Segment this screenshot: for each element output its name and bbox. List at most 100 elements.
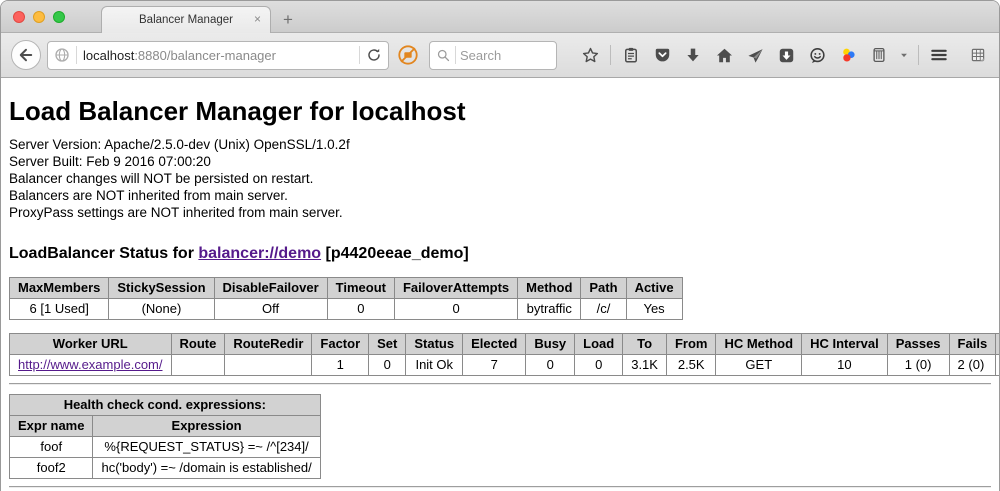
table-cell: 1 (312, 355, 369, 376)
table-cell: 3.1K (623, 355, 667, 376)
column-header: Expression (93, 416, 320, 437)
column-header: Factor (312, 334, 369, 355)
close-window-button[interactable] (13, 11, 25, 23)
table-cell: 0 (575, 355, 623, 376)
table-cell: bytraffic (518, 299, 581, 320)
new-tab-button[interactable]: + (283, 11, 293, 28)
table-cell: hc('body') =~ /domain is established/ (93, 458, 320, 479)
status-heading: LoadBalancer Status for balancer://demo … (9, 245, 991, 263)
send-plane-icon[interactable] (744, 43, 766, 67)
table-cell: /c/ (581, 299, 626, 320)
toolbar-separator (918, 45, 919, 65)
table-cell: foof2 (10, 458, 93, 479)
divider-rule (9, 486, 991, 488)
table-cell: 0 (526, 355, 575, 376)
column-header: MaxMembers (10, 278, 109, 299)
column-header: Active (626, 278, 682, 299)
urlbar-divider (76, 46, 77, 64)
table-cell (996, 355, 999, 376)
colored-dots-icon[interactable] (837, 43, 859, 67)
table-caption: Health check cond. expressions: (10, 395, 321, 416)
column-header: Worker URL (10, 334, 172, 355)
pocket-icon[interactable] (651, 43, 673, 67)
tab-balancer-manager[interactable]: Balancer Manager × (101, 6, 271, 33)
column-header: HC uri (996, 334, 999, 355)
column-header: Load (575, 334, 623, 355)
hamburger-menu-icon[interactable] (928, 43, 950, 67)
divider-rule (9, 383, 991, 385)
table-cell: 2 (0) (949, 355, 996, 376)
table-cell (225, 355, 312, 376)
balancer-settings-table: MaxMembersStickySessionDisableFailoverTi… (9, 277, 683, 320)
table-cell: http://www.example.com/ (10, 355, 172, 376)
table-cell: 10 (802, 355, 888, 376)
table-cell: %{REQUEST_STATUS} =~ /^[234]/ (93, 437, 320, 458)
toolbar-icons (579, 43, 989, 67)
bookmark-star-icon[interactable] (579, 43, 601, 67)
home-icon[interactable] (713, 43, 735, 67)
server-built-line: Server Built: Feb 9 2016 07:00:20 (9, 153, 991, 170)
tab-close-icon[interactable]: × (254, 13, 261, 25)
back-button[interactable] (11, 40, 41, 70)
clipboard-icon[interactable] (620, 43, 642, 67)
table-row: foof%{REQUEST_STATUS} =~ /^[234]/ (10, 437, 321, 458)
reload-icon[interactable] (366, 47, 382, 63)
titlebar: Balancer Manager × + (1, 1, 999, 33)
notes-icon[interactable] (868, 43, 890, 67)
table-cell: 6 [1 Used] (10, 299, 109, 320)
urlbar-divider (359, 46, 360, 64)
column-header: Set (369, 334, 406, 355)
url-path: :8880/balancer-manager (134, 48, 276, 63)
column-header: Path (581, 278, 626, 299)
search-input[interactable] (460, 48, 550, 63)
proxypass-note-line: ProxyPass settings are NOT inherited fro… (9, 204, 991, 221)
column-header: Elected (463, 334, 526, 355)
table-cell: Off (214, 299, 327, 320)
globe-icon (54, 47, 70, 63)
table-cell: 1 (0) (887, 355, 949, 376)
balancer-link[interactable]: balancer://demo (198, 245, 321, 262)
plugin-blocked-icon[interactable] (397, 44, 419, 66)
tab-title: Balancer Manager (139, 14, 233, 26)
server-version-line: Server Version: Apache/2.5.0-dev (Unix) … (9, 136, 991, 153)
emoji-smiley-icon[interactable] (806, 43, 828, 67)
url-input[interactable]: localhost:8880/balancer-manager (83, 48, 353, 63)
minimize-window-button[interactable] (33, 11, 45, 23)
column-header: Route (171, 334, 225, 355)
page-grid-icon[interactable] (967, 43, 989, 67)
column-header: Status (406, 334, 463, 355)
persist-note-line: Balancer changes will NOT be persisted o… (9, 170, 991, 187)
browser-window: Balancer Manager × + localhost:8880/bala… (0, 0, 1000, 491)
table-cell (171, 355, 225, 376)
table-cell: 0 (394, 299, 517, 320)
server-info: Server Version: Apache/2.5.0-dev (Unix) … (9, 136, 991, 221)
status-prefix: LoadBalancer Status for (9, 245, 198, 262)
column-header: RouteRedir (225, 334, 312, 355)
traffic-lights (13, 11, 65, 23)
back-icon (17, 46, 35, 64)
balancers-note-line: Balancers are NOT inherited from main se… (9, 187, 991, 204)
worker-status-table: Worker URLRouteRouteRedirFactorSetStatus… (9, 333, 999, 376)
dropdown-caret-icon[interactable] (899, 43, 909, 67)
page-content: Load Balancer Manager for localhost Serv… (1, 78, 999, 491)
navigation-toolbar: localhost:8880/balancer-manager (1, 33, 999, 78)
column-header: StickySession (109, 278, 214, 299)
download-box-icon[interactable] (775, 43, 797, 67)
column-header: From (666, 334, 716, 355)
table-cell: foof (10, 437, 93, 458)
table-cell: Init Ok (406, 355, 463, 376)
column-header: Passes (887, 334, 949, 355)
table-row: 6 [1 Used](None)Off00bytraffic/c/Yes (10, 299, 683, 320)
column-header: Busy (526, 334, 575, 355)
column-header: Expr name (10, 416, 93, 437)
column-header: HC Method (716, 334, 802, 355)
table-cell: 0 (327, 299, 394, 320)
search-box[interactable] (429, 41, 557, 70)
health-check-expressions-table: Health check cond. expressions:Expr name… (9, 394, 321, 479)
worker-url-link[interactable]: http://www.example.com/ (18, 357, 163, 372)
url-bar[interactable]: localhost:8880/balancer-manager (47, 41, 389, 70)
download-arrow-icon[interactable] (682, 43, 704, 67)
table-cell: (None) (109, 299, 214, 320)
zoom-window-button[interactable] (53, 11, 65, 23)
column-header: Timeout (327, 278, 394, 299)
